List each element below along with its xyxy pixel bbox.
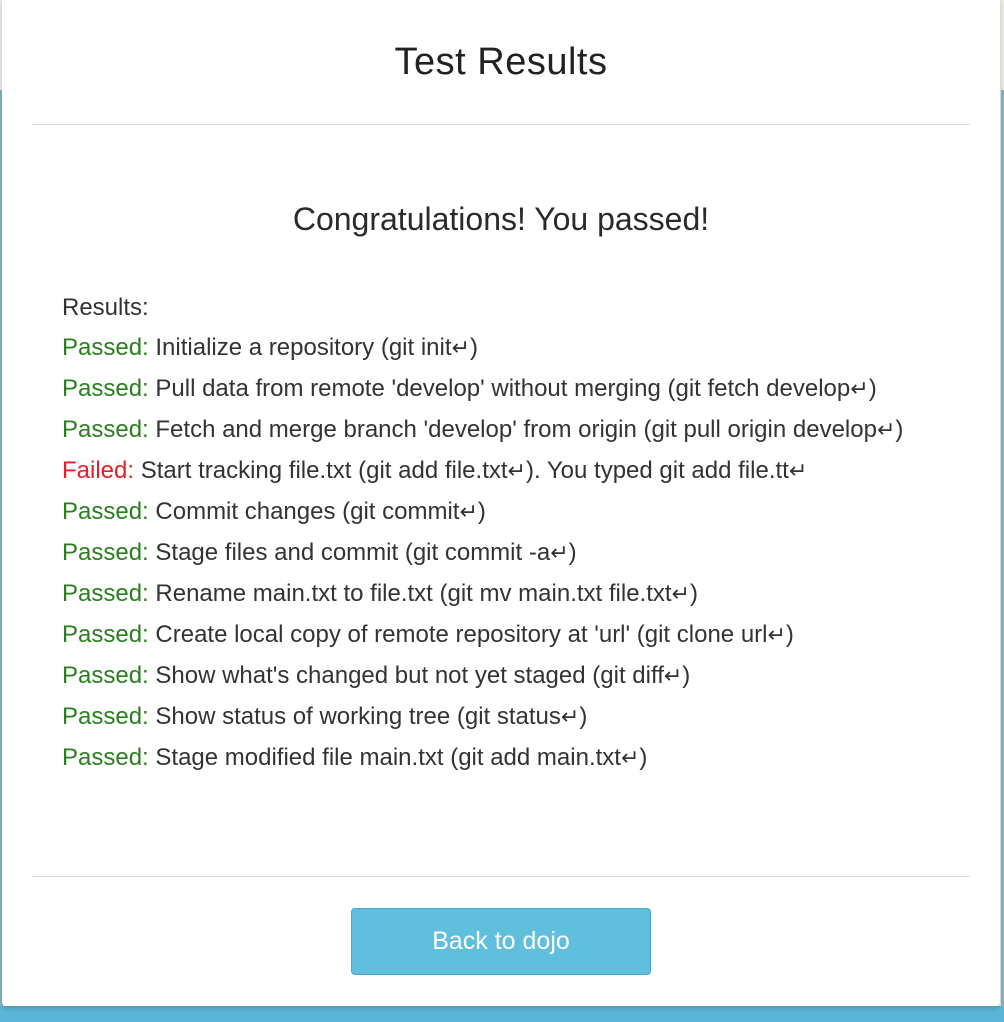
status-passed-label: Passed: [62,375,149,402]
enter-icon: ↵ [550,541,569,566]
enter-icon: ↵ [560,705,580,730]
modal-title: Test Results [394,40,608,83]
congrats-message: Congratulations! You passed! [292,201,710,237]
enter-icon: ↵ [671,582,690,607]
result-description: Stage modified file main.txt (git add ma… [155,744,621,771]
enter-icon: ↵ [876,418,896,443]
status-passed-label: Passed: [62,539,149,566]
enter-icon: ↵ [507,459,526,484]
result-description: Commit changes (git commit [155,498,460,525]
back-to-dojo-button[interactable]: Back to dojo [351,908,651,975]
result-description: Initialize a repository (git init [155,334,452,361]
enter-icon: ↵ [459,500,478,525]
status-passed-label: Passed: [62,621,149,648]
result-description: Stage files and commit (git commit -a [155,539,551,566]
result-description: Start tracking file.txt (git add file.tx… [140,457,508,484]
result-suffix: ) [868,375,877,402]
result-suffix: ). You typed git add file.tt [525,457,789,484]
result-description: Rename main.txt to file.txt (git mv main… [155,580,672,607]
result-suffix: ) [689,580,698,607]
enter-icon: ↵ [850,377,869,402]
modal-body: Congratulations! You passed! Results: Pa… [2,201,1000,779]
result-item: Passed: Fetch and merge branch 'develop'… [62,410,940,451]
result-suffix: ) [477,498,486,525]
enter-icon: ↵ [788,459,808,484]
result-item: Passed: Stage modified file main.txt (gi… [62,738,940,779]
status-passed-label: Passed: [62,744,149,771]
results-heading: Results: [62,294,149,321]
result-item: Passed: Pull data from remote 'develop' … [62,369,940,410]
result-item: Passed: Initialize a repository (git ini… [62,328,940,369]
result-description: Create local copy of remote repository a… [155,621,768,648]
status-passed-label: Passed: [62,334,149,361]
result-suffix: ) [785,621,794,648]
enter-icon: ↵ [767,623,786,648]
result-item: Passed: Stage files and commit (git comm… [62,533,940,574]
result-suffix: ) [895,416,904,443]
result-suffix: ) [639,744,648,771]
result-item: Passed: Create local copy of remote repo… [62,615,940,656]
result-suffix: ) [568,539,577,566]
modal-footer: Back to dojo [32,876,970,1007]
status-passed-label: Passed: [62,703,149,730]
enter-icon: ↵ [620,746,640,771]
result-suffix: ) [469,334,478,361]
status-failed-label: Failed: [62,457,135,484]
status-passed-label: Passed: [62,580,149,607]
result-item: Passed: Show status of working tree (git… [62,697,940,738]
status-passed-label: Passed: [62,416,149,443]
enter-icon: ↵ [451,336,470,361]
status-passed-label: Passed: [62,498,149,525]
result-suffix: ) [682,662,691,689]
result-item: Passed: Show what's changed but not yet … [62,656,940,697]
result-item: Passed: Rename main.txt to file.txt (git… [62,574,940,615]
result-description: Show what's changed but not yet staged (… [155,662,664,689]
result-item: Passed: Commit changes (git commit↵) [62,492,940,533]
result-description: Pull data from remote 'develop' without … [155,375,851,402]
status-passed-label: Passed: [62,662,149,689]
test-results-modal: Test Results Congratulations! You passed… [2,0,1000,1006]
result-suffix: ) [579,703,588,730]
result-item: Failed: Start tracking file.txt (git add… [62,451,940,492]
result-description: Show status of working tree (git status [155,703,561,730]
result-description: Fetch and merge branch 'develop' from or… [155,416,877,443]
enter-icon: ↵ [663,664,683,689]
results-list: Results: Passed: Initialize a repository… [62,288,940,779]
modal-header: Test Results [32,0,970,125]
backdrop-edge-bottom [0,1006,1004,1022]
result-lines: Passed: Initialize a repository (git ini… [62,328,940,779]
